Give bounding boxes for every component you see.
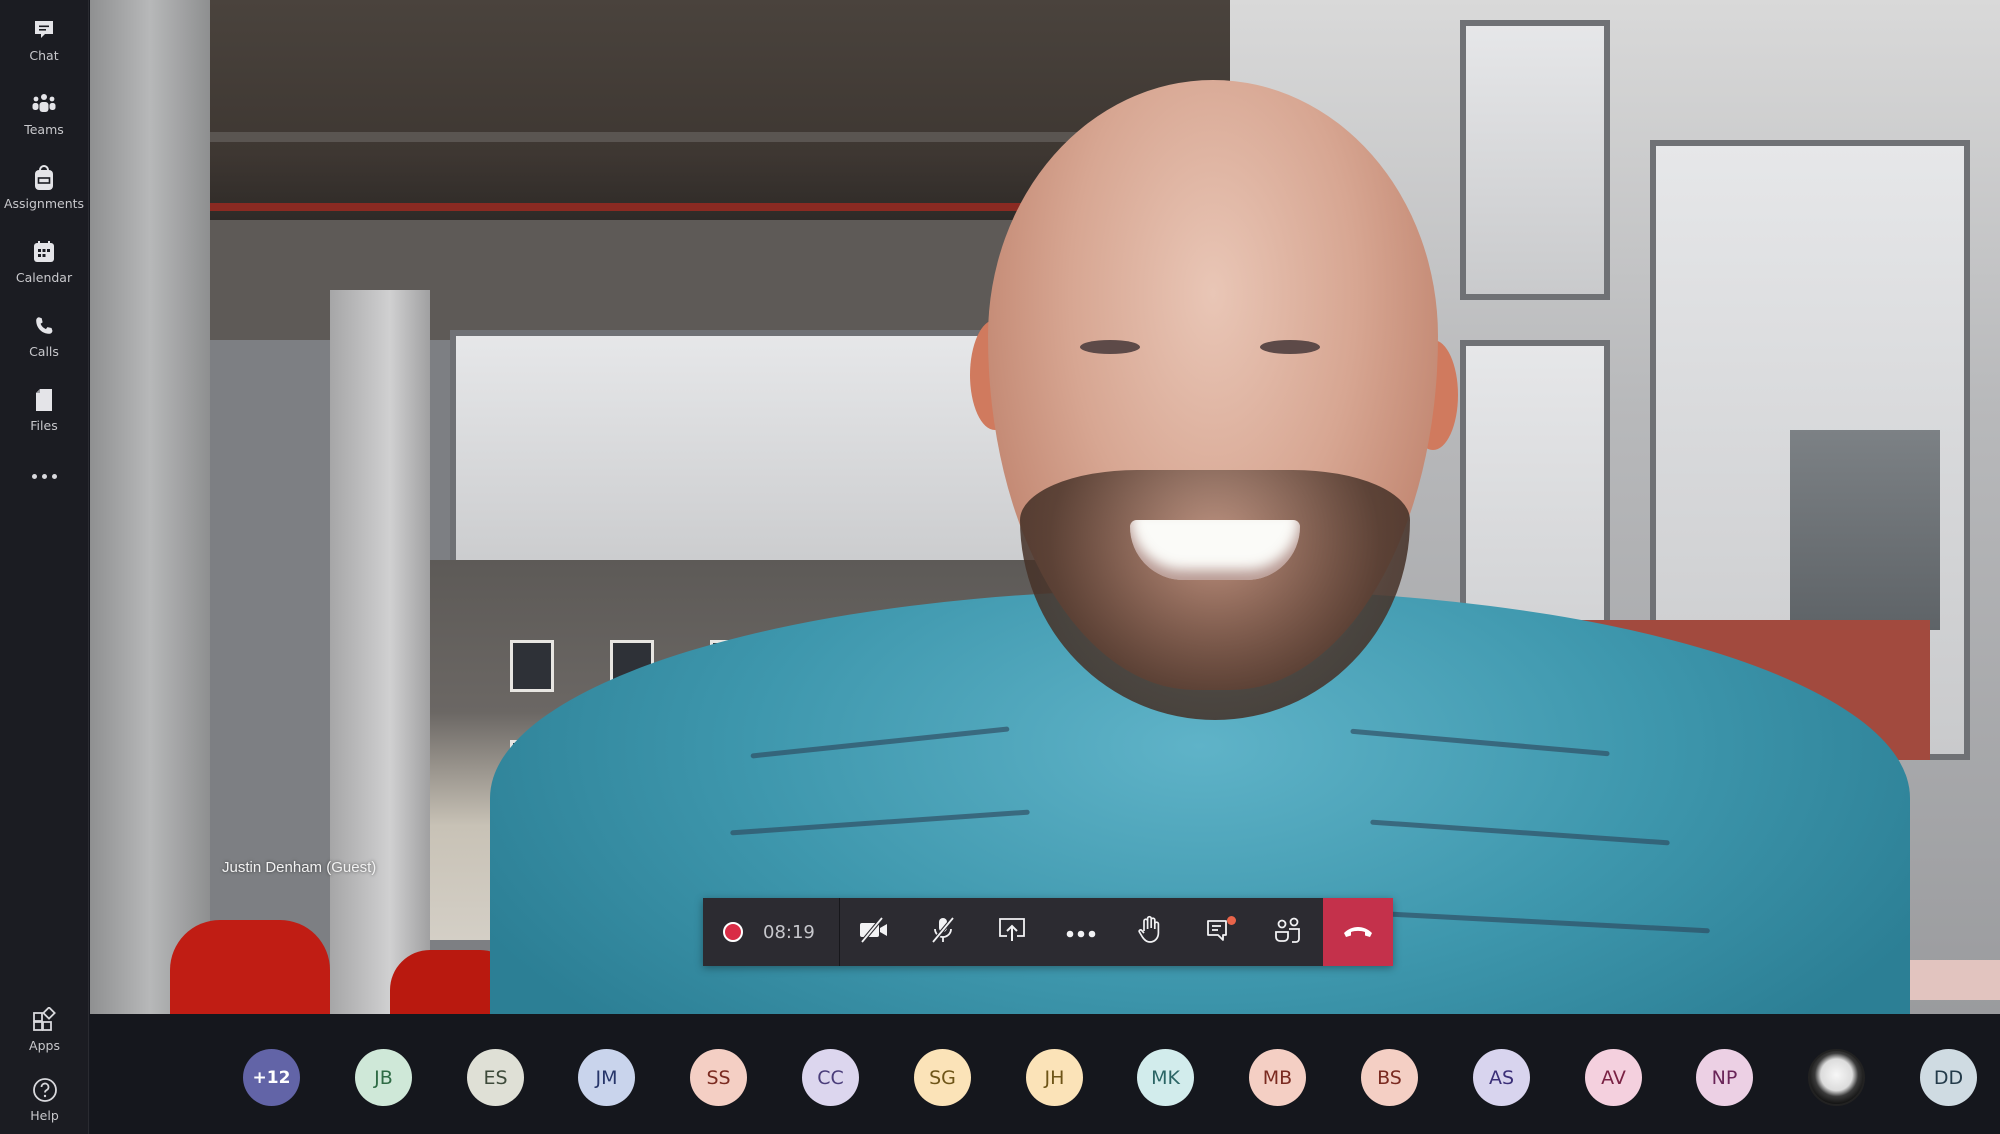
app-rail: Chat Teams Assignments Calendar Calls Fi…	[0, 0, 89, 1134]
rail-item-label: Apps	[29, 1038, 60, 1053]
backpack-icon	[29, 163, 59, 193]
participant-avatar-photo[interactable]	[1808, 1049, 1865, 1106]
rail-item-apps[interactable]: Apps	[0, 994, 89, 1064]
more-participants-button[interactable]: +12	[243, 1049, 300, 1106]
participant-avatar[interactable]: NP	[1696, 1049, 1753, 1106]
video-background-scene	[90, 0, 2000, 1014]
main-video-feed: Justin Denham (Guest)	[90, 0, 2000, 1014]
call-duration: 08:19	[763, 921, 815, 943]
rail-item-files[interactable]: Files	[0, 372, 89, 446]
participant-avatar[interactable]: DD	[1920, 1049, 1977, 1106]
raise-hand-button[interactable]	[1116, 898, 1185, 966]
rail-item-label: Teams	[24, 122, 64, 137]
recording-icon	[723, 922, 743, 942]
more-actions-button[interactable]	[1047, 898, 1116, 966]
rail-item-label: Assignments	[3, 196, 85, 211]
apps-icon	[30, 1005, 60, 1035]
participant-avatar[interactable]: SG	[914, 1049, 971, 1106]
participant-avatar[interactable]: ES	[467, 1049, 524, 1106]
rail-item-label: Calls	[29, 344, 59, 359]
participant-avatar[interactable]: MK	[1137, 1049, 1194, 1106]
participant-avatar[interactable]: AV	[1585, 1049, 1642, 1106]
mic-off-icon	[928, 915, 958, 949]
meeting-chat-button[interactable]	[1185, 898, 1254, 966]
rail-item-label: Help	[30, 1108, 59, 1123]
participant-avatar[interactable]: MB	[1249, 1049, 1306, 1106]
participant-avatar[interactable]: SS	[690, 1049, 747, 1106]
recording-timer: 08:19	[703, 898, 840, 966]
rail-item-label: Calendar	[15, 270, 73, 285]
hang-up-icon	[1342, 923, 1374, 942]
rail-item-label: Chat	[29, 48, 59, 63]
rail-item-assignments[interactable]: Assignments	[0, 150, 89, 224]
more-horizontal-icon	[31, 473, 37, 479]
raise-hand-icon	[1137, 915, 1163, 949]
calendar-icon	[29, 237, 59, 267]
participant-avatar[interactable]: JH	[1026, 1049, 1083, 1106]
rail-item-chat[interactable]: Chat	[0, 2, 89, 76]
more-apps-button[interactable]	[0, 450, 89, 502]
chat-notification-dot	[1226, 916, 1236, 925]
rail-top-items: Chat Teams Assignments Calendar Calls Fi…	[0, 0, 89, 502]
teams-icon	[29, 89, 59, 119]
share-screen-button[interactable]	[978, 898, 1047, 966]
file-icon	[29, 385, 59, 415]
rail-item-calls[interactable]: Calls	[0, 298, 89, 372]
call-controls-bar: 08:19	[703, 898, 1393, 966]
help-icon	[30, 1075, 60, 1105]
mic-toggle-button[interactable]	[909, 898, 978, 966]
participant-avatar[interactable]: CC	[802, 1049, 859, 1106]
hang-up-button[interactable]	[1322, 898, 1393, 966]
rail-item-label: Files	[30, 418, 58, 433]
speaker-name-label: Justin Denham (Guest)	[222, 859, 377, 876]
share-screen-icon	[997, 916, 1027, 948]
camera-off-icon	[858, 916, 890, 948]
rail-item-calendar[interactable]: Calendar	[0, 224, 89, 298]
rail-item-teams[interactable]: Teams	[0, 76, 89, 150]
participant-avatar[interactable]: BS	[1361, 1049, 1418, 1106]
chat-icon	[29, 15, 59, 45]
participant-avatar[interactable]: AS	[1473, 1049, 1530, 1106]
teams-meeting-window: Chat Teams Assignments Calendar Calls Fi…	[0, 0, 2000, 1134]
rail-item-help[interactable]: Help	[0, 1064, 89, 1134]
participant-avatar[interactable]: JB	[355, 1049, 412, 1106]
more-actions-icon	[1066, 923, 1096, 942]
rail-bottom-items: Apps Help	[0, 994, 89, 1134]
participant-avatar[interactable]: JM	[578, 1049, 635, 1106]
participants-button[interactable]	[1254, 898, 1323, 966]
phone-icon	[29, 311, 59, 341]
camera-toggle-button[interactable]	[840, 898, 909, 966]
participants-icon	[1273, 916, 1303, 948]
